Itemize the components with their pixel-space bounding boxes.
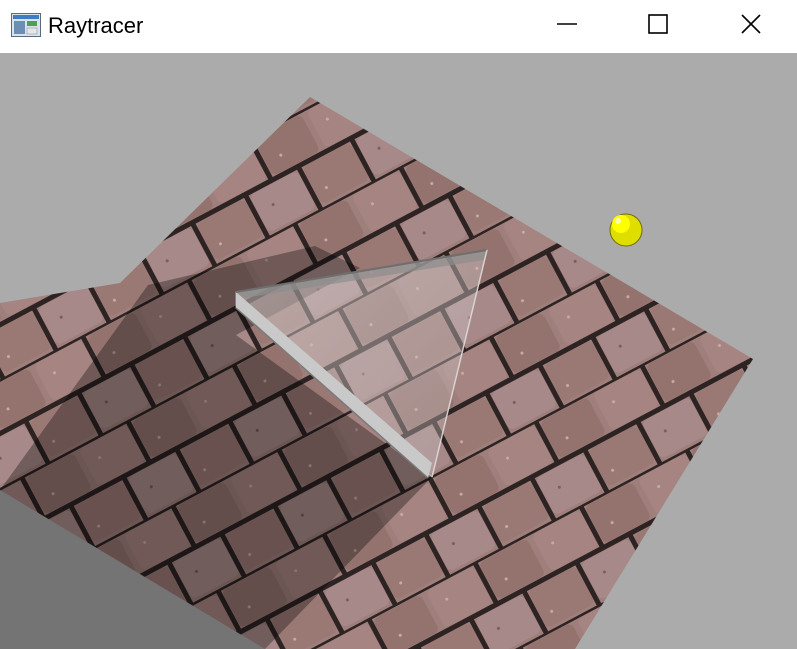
- minimize-button[interactable]: [521, 0, 613, 53]
- yellow-light-sphere: [609, 213, 643, 247]
- title-bar[interactable]: Raytracer: [0, 0, 797, 53]
- maximize-icon: [646, 12, 670, 41]
- window-title: Raytracer: [48, 13, 144, 38]
- render-viewport[interactable]: [0, 53, 797, 649]
- maximize-button[interactable]: [612, 0, 704, 53]
- close-icon: [739, 12, 763, 41]
- rendered-scene: [0, 97, 753, 649]
- app-window-icon: [11, 13, 41, 37]
- minimize-icon: [555, 12, 579, 41]
- raytracer-window: Raytracer: [0, 0, 797, 649]
- close-button[interactable]: [705, 0, 797, 53]
